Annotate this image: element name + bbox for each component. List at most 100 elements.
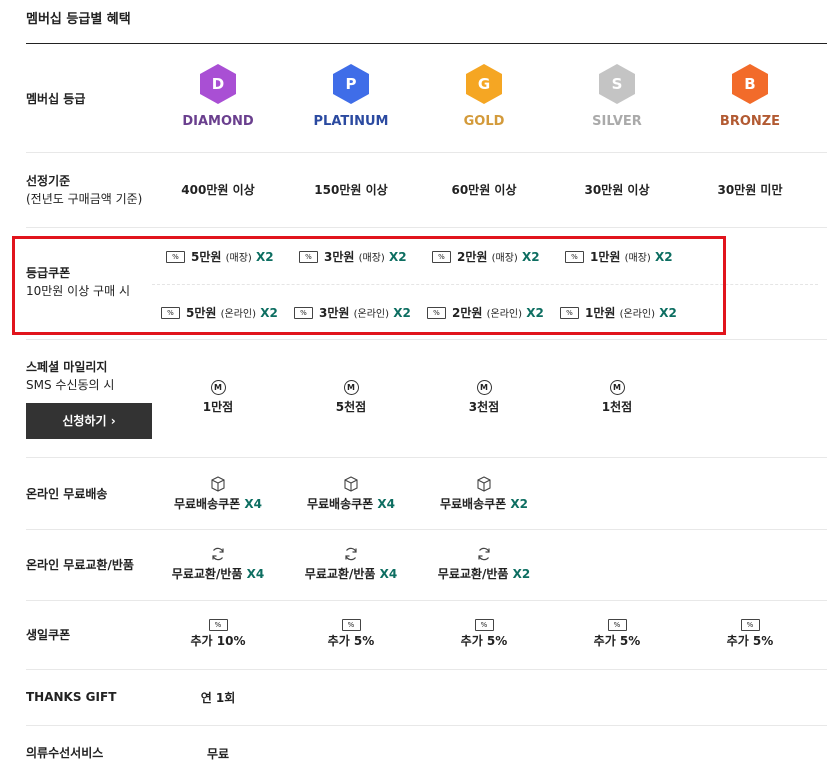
repair-label: 의류수선서비스 (26, 746, 104, 760)
shipping-platinum: 무료배송쿠폰 X4 (296, 476, 406, 512)
criteria-value: 30만원 미만 (717, 183, 783, 197)
grade-gold: G GOLD (429, 64, 539, 129)
criteria-value: 150만원 이상 (314, 183, 388, 197)
bronze-badge-icon: B (732, 64, 768, 104)
birthday-value: 추가 5% (593, 634, 641, 648)
platinum-badge-icon: P (333, 64, 369, 104)
mileage-icon: M (343, 380, 359, 395)
header-divider (26, 43, 827, 44)
grade-name: SILVER (592, 114, 642, 129)
mileage-silver: M 1천점 (562, 380, 672, 415)
birthday-silver: % 추가 5% (562, 618, 672, 649)
criteria-value: 400만원 이상 (181, 183, 255, 197)
exchange-text: 무료교환/반품 (437, 567, 509, 581)
coupon-icon-wrap: % (296, 618, 406, 632)
grades-label: 멤버십 등급 (26, 92, 86, 106)
row-divider (26, 600, 827, 601)
exchange-mult: X2 (512, 567, 531, 581)
gold-badge-icon: G (466, 64, 502, 104)
mileage-icon: M (609, 380, 625, 395)
mileage-value: 1만점 (202, 400, 234, 414)
birthday-diamond: % 추가 10% (163, 618, 273, 649)
diamond-badge-icon: D (200, 64, 236, 104)
thanks-label: THANKS GIFT (26, 690, 117, 704)
birthday-label: 생일쿠폰 (26, 628, 71, 642)
shipping-mult: X4 (244, 497, 263, 511)
shipping-diamond: 무료배송쿠폰 X4 (163, 476, 273, 512)
shipping-text: 무료배송쿠폰 (439, 497, 507, 511)
refresh-icon (345, 547, 357, 561)
mileage-diamond: M 1만점 (163, 380, 273, 415)
apply-button[interactable]: 신청하기 › (26, 403, 152, 439)
box-icon (211, 476, 225, 492)
row-divider (26, 339, 827, 340)
shipping-text: 무료배송쿠폰 (306, 497, 374, 511)
shipping-mult: X4 (377, 497, 396, 511)
shipping-gold: 무료배송쿠폰 X2 (429, 476, 539, 512)
row-divider (26, 152, 827, 153)
exchange-text: 무료교환/반품 (304, 567, 376, 581)
mileage-icon: M (210, 380, 226, 395)
row-divider (26, 725, 827, 726)
shipping-mult: X2 (510, 497, 529, 511)
repair-value: 무료 (206, 747, 230, 761)
grade-silver: S SILVER (562, 64, 672, 129)
apply-button-label: 신청하기 (62, 414, 107, 428)
shipping-label: 온라인 무료배송 (26, 487, 108, 501)
criteria-value: 60만원 이상 (451, 183, 517, 197)
grade-name: BRONZE (719, 114, 781, 129)
coupon-icon: % (740, 618, 760, 631)
birthday-value: 추가 5% (460, 634, 508, 648)
coupon-icon-wrap: % (163, 618, 273, 632)
mileage-value: 3천점 (468, 400, 500, 414)
grade-diamond: D DIAMOND (163, 64, 273, 129)
coupon-icon: % (474, 618, 494, 631)
mileage-value: 5천점 (335, 400, 367, 414)
grade-name: PLATINUM (313, 114, 389, 129)
mileage-title: 스페셜 마일리지 (26, 360, 108, 374)
box-icon (477, 476, 491, 492)
exchange-diamond: 무료교환/반품 X4 (163, 546, 273, 582)
coupon-icon: % (607, 618, 627, 631)
coupon-icon: % (341, 618, 361, 631)
row-divider (26, 669, 827, 670)
birthday-gold: % 추가 5% (429, 618, 539, 649)
box-icon (344, 476, 358, 492)
mileage-platinum: M 5천점 (296, 380, 406, 415)
mileage-label: 스페셜 마일리지 SMS 수신동의 시 (26, 358, 114, 394)
mileage-value: 1천점 (601, 400, 633, 414)
grade-name: DIAMOND (182, 114, 254, 129)
coupon-icon-wrap: % (429, 618, 539, 632)
row-divider (26, 529, 827, 530)
exchange-mult: X4 (379, 567, 398, 581)
grade-name: GOLD (463, 114, 505, 129)
mileage-icon: M (476, 380, 492, 395)
mileage-subtitle: SMS 수신동의 시 (26, 378, 115, 392)
refresh-icon (212, 547, 224, 561)
birthday-bronze: % 추가 5% (695, 618, 805, 649)
criteria-value: 30만원 이상 (584, 183, 650, 197)
row-divider (26, 457, 827, 458)
birthday-value: 추가 10% (190, 634, 246, 648)
row-divider (26, 227, 827, 228)
exchange-mult: X4 (246, 567, 265, 581)
coupon-icon: % (208, 618, 228, 631)
exchange-label: 온라인 무료교환/반품 (26, 558, 134, 572)
exchange-platinum: 무료교환/반품 X4 (296, 546, 406, 582)
mileage-gold: M 3천점 (429, 380, 539, 415)
birthday-platinum: % 추가 5% (296, 618, 406, 649)
page-title: 멤버십 등급별 혜택 (26, 12, 131, 27)
exchange-text: 무료교환/반품 (171, 567, 243, 581)
criteria-subtitle: (전년도 구매금액 기준) (26, 192, 143, 206)
shipping-text: 무료배송쿠폰 (173, 497, 241, 511)
highlight-box (12, 236, 726, 335)
criteria-title: 선정기준 (26, 174, 71, 188)
thanks-value: 연 1회 (200, 691, 236, 705)
chevron-right-icon: › (110, 414, 116, 428)
coupon-icon-wrap: % (562, 618, 672, 632)
exchange-gold: 무료교환/반품 X2 (429, 546, 539, 582)
silver-badge-icon: S (599, 64, 635, 104)
grade-platinum: P PLATINUM (296, 64, 406, 129)
coupon-icon-wrap: % (695, 618, 805, 632)
grade-bronze: B BRONZE (695, 64, 805, 129)
